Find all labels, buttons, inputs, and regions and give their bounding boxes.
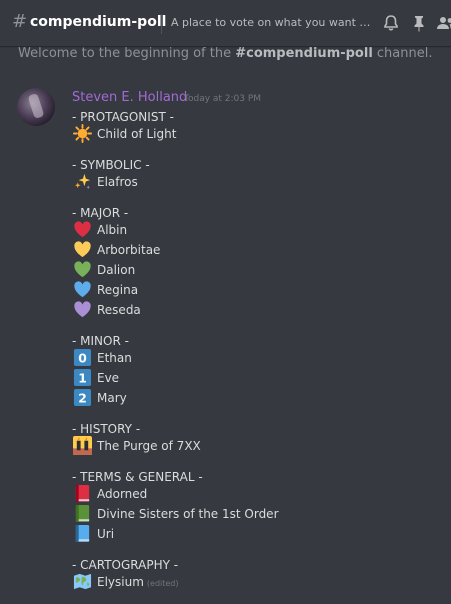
red-book-icon [73, 484, 92, 503]
welcome-suffix: channel. [372, 46, 433, 61]
list-item: Ethan [97, 351, 132, 365]
message-author[interactable]: Steven E. Holland [72, 89, 187, 107]
header-divider [161, 14, 162, 34]
sun-icon [73, 124, 92, 143]
channel-hash-icon: # [12, 11, 28, 32]
member-list-icon[interactable] [435, 13, 451, 33]
list-item: Eve [97, 371, 120, 385]
list-item: Divine Sisters of the 1st Order [97, 507, 279, 521]
channel-header: # compendium-poll A place to vote on wha… [0, 0, 451, 46]
list-item: Arborbitae [97, 243, 161, 257]
keycap-one-icon: 1 [73, 368, 92, 387]
yellow-heart-icon [73, 240, 92, 259]
fire-tower-icon [73, 436, 92, 455]
channel-name: compendium-poll [30, 14, 167, 30]
red-heart-icon [73, 220, 92, 239]
sparkles-icon [73, 172, 92, 191]
svg-text:2: 2 [78, 391, 87, 405]
keycap-two-icon: 2 [73, 388, 92, 407]
list-item: The Purge of 7XX [97, 439, 201, 453]
keycap-zero-icon: 0 [73, 348, 92, 367]
list-item: Albin [97, 223, 128, 237]
channel-topic[interactable]: A place to vote on what you want to see … [171, 15, 371, 31]
list-item: Elysium (edited) [97, 572, 179, 592]
green-book-icon [73, 504, 92, 523]
svg-text:0: 0 [78, 351, 87, 365]
list-item: Adorned [97, 487, 148, 501]
pin-icon[interactable] [409, 13, 429, 33]
welcome-prefix: Welcome to the beginning of the [18, 46, 236, 61]
world-map-icon [73, 572, 92, 591]
list-item: Dalion [97, 263, 136, 277]
edited-label: (edited) [146, 579, 179, 588]
list-item: Uri [97, 527, 115, 541]
green-heart-icon [73, 260, 92, 279]
list-item-label: Elysium [97, 575, 144, 589]
bell-icon[interactable] [381, 13, 401, 33]
list-item: Child of Light [97, 127, 177, 141]
purple-heart-icon [73, 300, 92, 319]
message-timestamp: Today at 2:03 PM [184, 94, 262, 104]
blue-book-icon [73, 524, 92, 543]
list-item: Elafros [97, 175, 138, 189]
channel-welcome-text: Welcome to the beginning of the #compend… [18, 45, 433, 63]
list-item: Reseda [97, 303, 141, 317]
blue-heart-icon [73, 280, 92, 299]
list-item: Regina [97, 283, 139, 297]
avatar[interactable] [17, 88, 55, 126]
svg-text:1: 1 [78, 371, 87, 385]
welcome-channel: #compendium-poll [235, 46, 373, 61]
list-item: Mary [97, 391, 127, 405]
